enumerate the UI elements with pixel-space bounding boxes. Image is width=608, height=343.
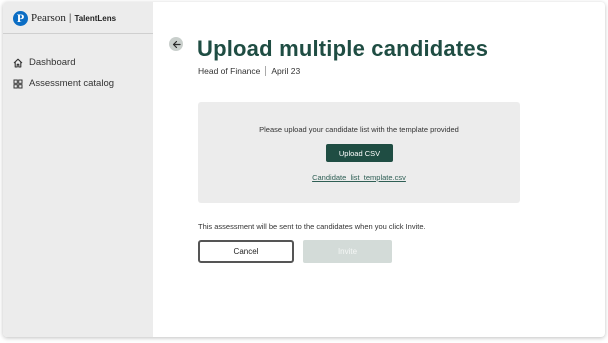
back-button[interactable] (169, 37, 183, 51)
sidebar-item-assessment-catalog[interactable]: Assessment catalog (13, 73, 114, 94)
sidebar-item-label: Dashboard (29, 57, 76, 68)
upload-panel: Please upload your candidate list with t… (198, 102, 520, 203)
sidebar-nav: Dashboard Assessment catalog (13, 52, 114, 94)
invite-info-text: This assessment will be sent to the cand… (198, 222, 426, 231)
sidebar: P Pearson | TalentLens Dashboard Assessm… (3, 2, 153, 337)
app-window: P Pearson | TalentLens Dashboard Assessm… (3, 2, 605, 337)
upload-csv-button[interactable]: Upload CSV (326, 144, 393, 162)
pearson-logo-icon: P (13, 10, 28, 26)
meta-divider (265, 66, 267, 76)
home-icon (13, 58, 23, 68)
upload-instructions: Please upload your candidate list with t… (259, 125, 459, 134)
brand-name: Pearson (31, 12, 66, 24)
cancel-button[interactable]: Cancel (198, 240, 294, 263)
brand-logo: P Pearson | TalentLens (13, 8, 116, 28)
sidebar-item-dashboard[interactable]: Dashboard (13, 52, 114, 73)
brand-separator: | (68, 12, 72, 24)
role-label: Head of Finance (198, 66, 261, 76)
date-label: April 23 (271, 66, 301, 76)
arrow-left-icon (172, 40, 181, 48)
sidebar-divider (3, 33, 153, 34)
template-download-link[interactable]: Candidate_list_template.csv (198, 173, 520, 182)
sidebar-item-label: Assessment catalog (29, 78, 115, 89)
page-title: Upload multiple candidates (197, 36, 489, 61)
assessment-meta: Head of Finance April 23 (198, 66, 300, 76)
invite-button[interactable]: Invite (303, 240, 392, 263)
brand-product: TalentLens (74, 13, 117, 23)
catalog-grid-icon (13, 79, 23, 88)
